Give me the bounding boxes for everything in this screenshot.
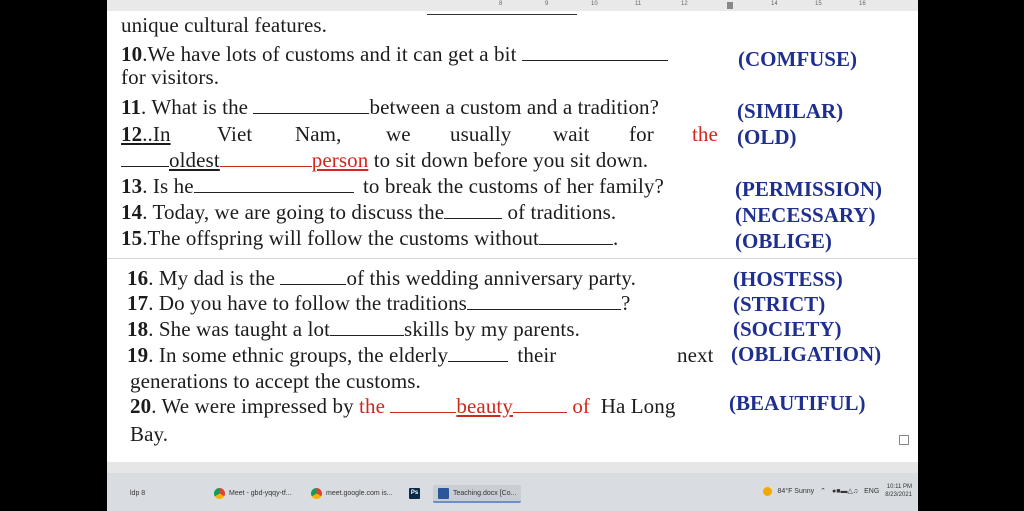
word-icon [438,487,449,499]
ruler-tick: 14 [771,1,778,7]
question-11: 11. What is the between a custom and a t… [121,95,660,119]
answer-blank[interactable] [444,200,503,219]
hint-word: (SOCIETY) [733,317,842,341]
question-20: 20. We were impressed by the beauty of H… [130,394,676,418]
ruler-tick: 11 [635,1,642,7]
system-tray: 84°F Sunny ⌃ ●■▬△♫ ENG 10:11 PM 8/23/2021 [762,483,912,499]
taskbar-item-word[interactable]: Teaching.docx [Co... [433,485,522,503]
answer-blank[interactable] [121,148,169,167]
hint-word: (BEAUTIFUL) [729,391,866,415]
question-12-continued: oldest person to sit down before you sit … [121,148,648,173]
ruler-indent-marker[interactable] [727,2,733,9]
answer-blank[interactable] [466,291,621,310]
filled-answer: oldest [169,148,220,172]
word: Nam, [295,122,342,146]
taskbar-item-chrome-google[interactable]: meet.google.com is... [306,485,398,501]
chevron-up-icon[interactable]: ⌃ [820,487,826,495]
screen: 8 9 10 11 12 14 15 16 unique cultural fe… [107,0,918,511]
answer-blank[interactable] [193,174,354,193]
taskbar-item-photoshop[interactable]: Ps [404,485,425,501]
word: we [386,122,411,146]
hint-word: (OBLIGE) [735,229,832,253]
question-14: 14. Today, we are going to discuss the o… [121,200,617,224]
text-line: generations to accept the customs. [130,369,421,393]
blank-line [427,14,577,15]
word: wait [553,122,590,146]
language-indicator[interactable]: ENG [864,488,879,495]
question-17: 17. Do you have to follow the traditions… [127,291,631,315]
section-divider [107,258,918,259]
word: next [677,343,714,367]
weather-text[interactable]: 84°F Sunny [778,488,815,495]
layout-options-icon[interactable] [899,435,909,445]
answer-blank[interactable] [512,394,567,413]
taskbar-item[interactable]: ldp 8 [125,485,150,501]
ruler-tick: 9 [545,1,549,7]
hint-word: (OLD) [737,125,797,149]
hint-word: (STRICT) [733,292,826,316]
hint-word: (SIMILAR) [737,99,844,123]
ruler-tick: 15 [815,1,822,7]
hint-word: (HOSTESS) [733,267,843,291]
chrome-icon [311,487,322,499]
text-line: for visitors. [121,65,220,89]
question-16: 16. My dad is the of this wedding annive… [127,266,637,290]
text-line: unique cultural features. [121,13,327,37]
hint-word: (OBLIGATION) [731,342,882,366]
red-word: the [692,122,718,146]
ruler-tick: 10 [591,1,598,7]
filled-answer-red: person [311,148,369,172]
question-18: 18. She was taught a lot skills by my par… [127,317,580,341]
question-10: 10.We have lots of customs and it can ge… [121,42,668,67]
taskbar: ldp 8 Meet - gbd-yqqy-tf... meet.google.… [107,473,918,511]
question-15: 15.The offspring will follow the customs… [121,226,619,250]
question-13: 13. Is he to break the customs of her fa… [121,174,664,198]
word: Viet [217,122,253,146]
answer-blank[interactable] [253,95,370,114]
answer-blank[interactable] [219,148,312,167]
answer-blank[interactable] [521,42,668,61]
word: for [629,122,654,146]
answer-blank[interactable] [330,317,405,336]
document-page[interactable]: unique cultural features. 10.We have lot… [107,11,918,473]
taskbar-item-chrome-meet[interactable]: Meet - gbd-yqqy-tf... [209,485,297,501]
filled-answer-red: beauty [456,394,513,418]
hint-word: (NECESSARY) [735,203,876,227]
photoshop-icon: Ps [409,487,420,499]
hint-word: (COMFUSE) [738,47,857,71]
weather-sun-icon [762,486,772,496]
answer-blank[interactable] [280,266,347,285]
ruler-tick: 8 [499,1,503,7]
horizontal-scrollbar[interactable] [107,462,918,473]
ruler-tick: 12 [681,1,688,7]
word: usually [450,122,512,146]
answer-blank[interactable] [448,343,509,362]
clock[interactable]: 10:11 PM 8/23/2021 [885,483,912,499]
question-19: 19. In some ethnic groups, the elderly t… [127,343,557,367]
text-line: Bay. [130,422,169,446]
chrome-icon [214,487,225,499]
hint-word: (PERMISSION) [735,177,883,201]
answer-blank[interactable] [390,394,457,413]
ruler-tick: 16 [859,1,866,7]
answer-blank[interactable] [538,226,613,245]
tray-icons[interactable]: ●■▬△♫ [832,487,858,495]
